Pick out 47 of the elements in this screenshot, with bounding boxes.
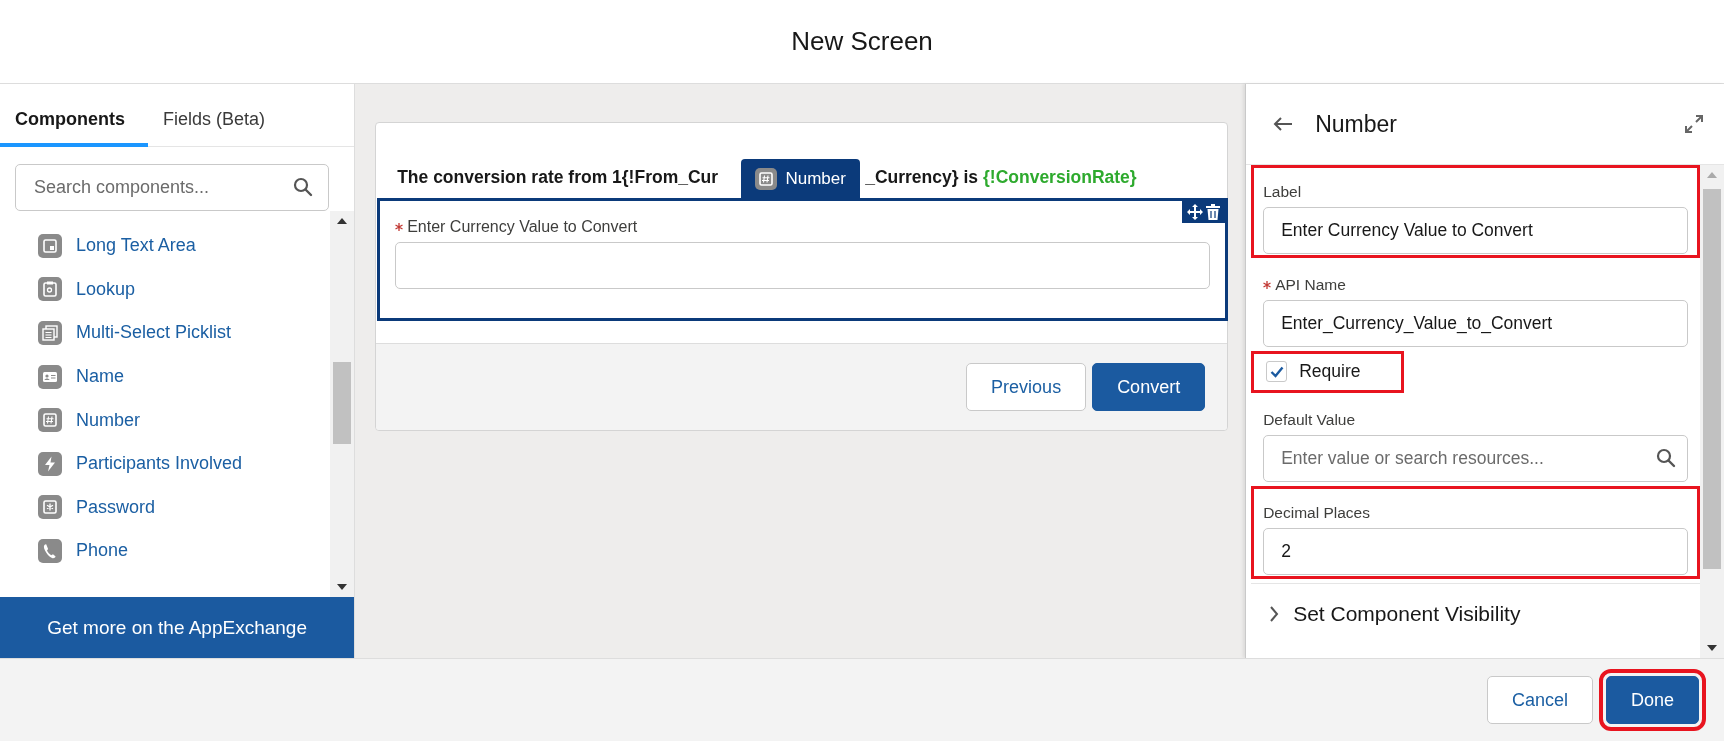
search-field[interactable]: Enter value or search resources... [1263, 435, 1688, 482]
tab[interactable]: Components [0, 84, 148, 147]
back-arrow-icon[interactable] [1273, 116, 1294, 132]
heading-text: The conversion rate from 1{!From_Cur [397, 167, 720, 188]
field-label: Decimal Places [1263, 504, 1370, 522]
tab[interactable]: Fields (Beta) [148, 84, 281, 147]
selected-component[interactable]: Enter Currency Value to Convert [377, 198, 1229, 321]
scrollbar[interactable] [330, 211, 355, 597]
footer-button[interactable]: Cancel [1486, 676, 1593, 724]
field-label: Enter Currency Value to Convert [407, 218, 638, 236]
scroll-down-icon[interactable] [336, 583, 349, 591]
scroll-up-icon[interactable] [336, 217, 349, 225]
search-field[interactable]: Search components... [15, 164, 330, 211]
move-icon[interactable] [1187, 204, 1204, 220]
field-label: Label [1263, 183, 1302, 201]
component-item[interactable]: Number [38, 398, 331, 442]
window-title: New Screen [791, 26, 933, 57]
variable-text: {!ConversionRate} [983, 167, 1137, 188]
search-icon [293, 177, 314, 197]
appexchange-button[interactable]: Get more on the AppExchange [0, 597, 355, 658]
component-item[interactable]: Long Text Area [38, 224, 331, 268]
scrollbar-thumb[interactable] [333, 362, 352, 444]
component-item[interactable]: Lookup [38, 267, 331, 312]
component-item[interactable]: Phone [38, 529, 331, 573]
component-item[interactable]: Participants Involved [38, 441, 331, 486]
list-icon [39, 322, 61, 344]
component-item[interactable]: Name [38, 354, 331, 399]
require-checkbox[interactable]: Require [1260, 354, 1393, 389]
checkmark-icon [1269, 365, 1284, 378]
expand-icon[interactable] [1684, 114, 1704, 134]
field-label: API Name [1275, 276, 1346, 294]
trash-icon[interactable] [1206, 204, 1221, 220]
screen-button[interactable]: Previous [966, 363, 1087, 411]
input-field[interactable]: 2 [1263, 528, 1688, 575]
scroll-down-icon[interactable] [1706, 644, 1718, 652]
component-item[interactable]: Multi-Select Picklist [38, 311, 331, 355]
currency-input-field[interactable] [395, 242, 1211, 289]
component-badge: Number [741, 159, 861, 199]
input-field[interactable]: Enter Currency Value to Convert [1263, 207, 1688, 254]
field-label: Default Value [1263, 411, 1356, 429]
component-item[interactable]: Password [38, 485, 331, 530]
search-icon [1656, 448, 1676, 468]
input-field[interactable]: Enter_Currency_Value_to_Convert [1263, 300, 1688, 347]
scrollbar[interactable] [1700, 165, 1724, 658]
screen-button[interactable]: Convert [1092, 363, 1206, 411]
panel-title: Number [1315, 110, 1398, 138]
heading-text: _Currency} is [865, 167, 978, 188]
